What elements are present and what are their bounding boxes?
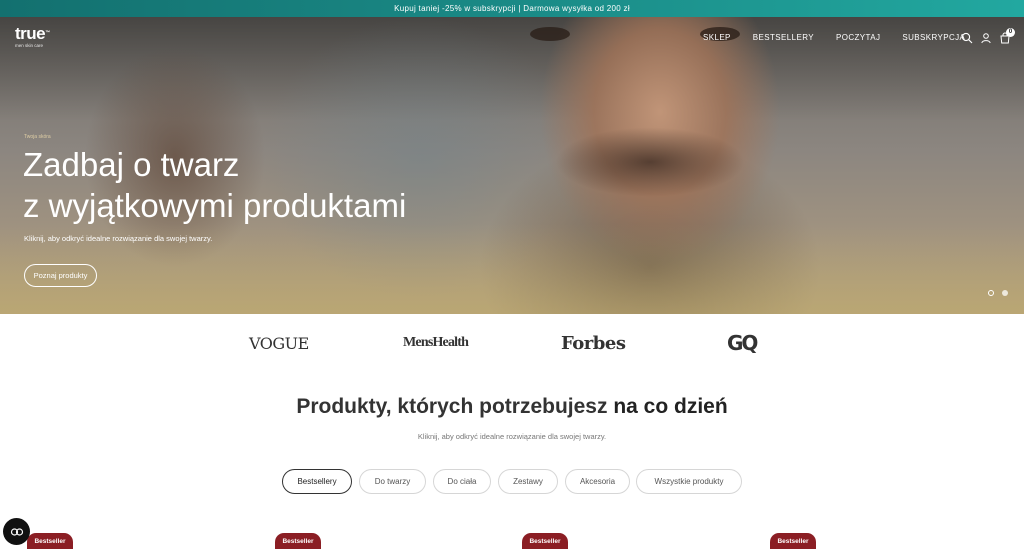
hero-title-line-2: z wyjątkowymi produktami — [23, 187, 407, 224]
account-icon[interactable] — [980, 32, 992, 44]
bestseller-badge: Bestseller — [275, 533, 321, 549]
filter-akcesoria[interactable]: Akcesoria — [565, 469, 630, 494]
section-subtitle: Kliknij, aby odkryć idealne rozwiązanie … — [417, 432, 607, 441]
cart-button[interactable]: 0 — [999, 28, 1015, 44]
hero-photo-detail — [555, 127, 745, 197]
filter-do-twarzy[interactable]: Do twarzy — [359, 469, 426, 494]
press-logo-forbes: Forbes — [561, 332, 626, 354]
header-icons: 0 — [961, 28, 1015, 44]
hero-title: Zadbaj o twarz — [23, 146, 240, 183]
nav-item-bestsellery[interactable]: BESTSELLERY — [753, 33, 814, 42]
bestseller-badge: Bestseller — [27, 533, 73, 549]
press-logo-gq: GQ — [727, 331, 758, 355]
chat-button[interactable] — [3, 518, 30, 545]
press-logo-menshealth: MensHealth — [403, 335, 469, 350]
promo-bar: Kupuj taniej -25% w subskrypcji | Darmow… — [0, 0, 1024, 17]
cart-count-badge: 0 — [1006, 28, 1015, 37]
hero-subtitle: Kliknij, aby odkryć idealne rozwiązanie … — [24, 234, 213, 243]
chat-icon — [10, 527, 23, 536]
logo-wordmark: true™ — [15, 24, 50, 43]
bestseller-badge: Bestseller — [770, 533, 816, 549]
carousel-dot[interactable] — [1002, 290, 1008, 296]
bestseller-badge: Bestseller — [522, 533, 568, 549]
press-logo-vogue: VOGUE — [249, 333, 309, 353]
filter-do-ciala[interactable]: Do ciała — [433, 469, 491, 494]
nav-item-poczytaj[interactable]: POCZYTAJ — [836, 33, 880, 42]
hero-cta-button[interactable]: Poznaj produkty — [24, 264, 97, 287]
nav-item-sklep[interactable]: SKLEP — [703, 33, 731, 42]
section-title-bold: na co dzień — [613, 395, 728, 418]
hero-photo-detail — [530, 27, 570, 41]
filter-wszystkie-produkty[interactable]: Wszystkie produkty — [636, 469, 742, 494]
filter-zestawy[interactable]: Zestawy — [498, 469, 558, 494]
search-icon[interactable] — [961, 32, 973, 44]
hero-eyebrow: Twoja skóra — [24, 134, 51, 140]
section-title-regular: Produkty, których potrzebujesz — [296, 395, 614, 418]
promo-text: Kupuj taniej -25% w subskrypcji | Darmow… — [394, 4, 630, 13]
site-logo[interactable]: true™ men skin care — [15, 25, 50, 48]
logo-tagline: men skin care — [15, 43, 44, 48]
section-title: Produkty, których potrzebujesz na co dzi… — [0, 395, 1024, 419]
nav-item-subskrypcja[interactable]: SUBSKRYPCJA — [902, 33, 965, 42]
filter-bestsellery[interactable]: Bestsellery — [282, 469, 352, 494]
carousel-dot-active[interactable] — [988, 290, 994, 296]
main-navigation: SKLEP BESTSELLERY POCZYTAJ SUBSKRYPCJA — [703, 33, 987, 42]
